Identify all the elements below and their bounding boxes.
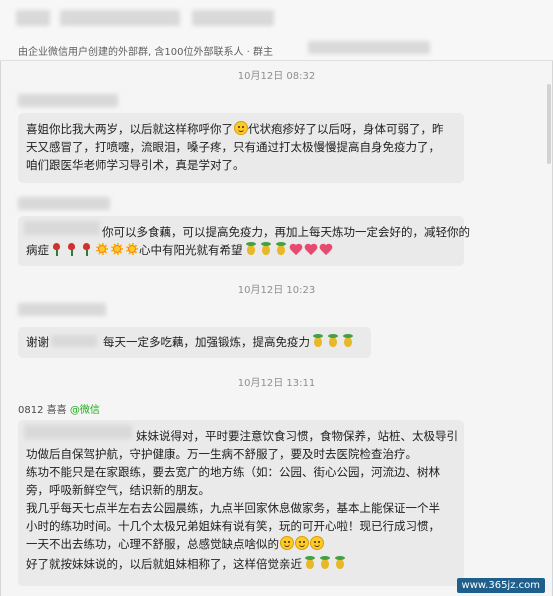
- sprout-emoji-icon: [259, 242, 273, 256]
- message-line: 一天不出去练功，心理不舒服，总感觉缺点啥似的: [26, 535, 324, 553]
- rose-emoji-icon: [50, 242, 64, 256]
- sender-name: 0812 喜喜 @微信: [18, 401, 100, 416]
- message-text: 谢谢: [26, 335, 49, 349]
- message-text: 喜姐你比我大两岁，以后就这样称呼你了: [26, 122, 233, 136]
- timestamp: 10月12日 13:11: [237, 378, 316, 389]
- sender-nickname: 0812 喜喜: [18, 405, 67, 416]
- message-line: 天又感冒了，打喷嚏，流眼泪，嗓子疼，只有通过打太极慢慢提高自身免疫力了，: [26, 140, 440, 154]
- message-line: 妹妹说得对，平时要注意饮食习惯，食物保养，站桩、太极导引: [136, 429, 458, 443]
- grin-emoji-icon: [310, 536, 324, 550]
- chat-scrollbar[interactable]: [547, 84, 551, 164]
- sun-emoji-icon: [95, 242, 109, 256]
- message-text: 代状疱疹好了以后呀，身体可弱了，昨: [248, 122, 444, 136]
- sender-name-redacted: [18, 303, 106, 316]
- message-line: 我几乎每天七点半左右去公园晨练，九点半回家休息做家务，基本上能保证一个半: [26, 501, 440, 515]
- message-bubble[interactable]: 谢谢 每天一定多吃藕，加强锻炼，提高免疫力: [18, 327, 371, 358]
- message-line: 咱们跟医华老师学习导引术，真是学对了。: [26, 158, 245, 172]
- message-text: 每天一定多吃藕，加强锻炼，提高免疫力: [103, 335, 310, 349]
- grin-emoji-icon: [295, 536, 309, 550]
- sprout-emoji-icon: [311, 334, 325, 348]
- message-line: 好了就按妹妹说的，以后就姐妹相称了，这样倍觉亲近: [26, 555, 347, 573]
- sprout-emoji-icon: [326, 334, 340, 348]
- message-text: 好了就按妹妹说的，以后就姐妹相称了，这样倍觉亲近: [26, 557, 302, 571]
- message-text: 病症: [26, 243, 49, 257]
- message-line: 病症 心中有阳光就有希望: [26, 241, 333, 259]
- site-watermark: www.365jz.com: [456, 578, 545, 593]
- mention-redacted: [51, 335, 97, 347]
- message-line: 功做后自保驾护航，守护健康。万一生病不舒服了，要及时去医院检查治疗。: [26, 447, 417, 461]
- heart-emoji-icon: [319, 242, 333, 256]
- chat-title-redacted: [60, 10, 180, 26]
- chat-header: 由企业微信用户创建的外部群, 含100位外部联系人 · 群主: [0, 0, 553, 61]
- message-line: 你可以多食藕，可以提高免疫力，再加上每天炼功一定会好的，减轻你的: [102, 225, 470, 239]
- rose-emoji-icon: [80, 242, 94, 256]
- message-line: 喜姐你比我大两岁，以后就这样称呼你了 代状疱疹好了以后呀，身体可弱了，昨: [26, 120, 444, 138]
- mention-redacted: [24, 221, 100, 235]
- rose-emoji-icon: [65, 242, 79, 256]
- sprout-emoji-icon: [244, 242, 258, 256]
- sun-emoji-icon: [125, 242, 139, 256]
- grin-emoji-icon: [280, 536, 294, 550]
- message-bubble[interactable]: 你可以多食藕，可以提高免疫力，再加上每天炼功一定会好的，减轻你的 病症 心中有阳光…: [18, 216, 470, 266]
- sprout-emoji-icon: [333, 556, 347, 570]
- message-line: 练功不能只是在家跟练，要去宽广的地方练（如：公园、街心公园，河流边、树林: [26, 465, 440, 479]
- message-line: 谢谢 每天一定多吃藕，加强锻炼，提高免疫力: [26, 333, 355, 351]
- message-bubble[interactable]: 喜姐你比我大两岁，以后就这样称呼你了 代状疱疹好了以后呀，身体可弱了，昨 天又感冒…: [18, 113, 464, 183]
- timestamp: 10月12日 10:23: [237, 285, 316, 296]
- heart-emoji-icon: [304, 242, 318, 256]
- sprout-emoji-icon: [274, 242, 288, 256]
- message-text: 心中有阳光就有希望: [139, 243, 243, 257]
- message-line: 旁，呼吸新鲜空气，结识新的朋友。: [26, 483, 210, 497]
- group-owner-redacted: [308, 41, 430, 54]
- message-bubble[interactable]: 妹妹说得对，平时要注意饮食习惯，食物保养，站桩、太极导引 功做后自保驾护航，守护…: [18, 420, 464, 586]
- sun-emoji-icon: [110, 242, 124, 256]
- mention-redacted: [24, 425, 132, 439]
- message-line: 小时的练功时间。十几个太极兄弟姐妹有说有笑，玩的可开心啦！现已行成习惯，: [26, 519, 440, 533]
- chat-header-subtitle: 由企业微信用户创建的外部群, 含100位外部联系人 · 群主: [18, 47, 273, 58]
- chat-title-redacted: [16, 10, 50, 26]
- sprout-emoji-icon: [318, 556, 332, 570]
- sender-name-redacted: [18, 197, 110, 210]
- chat-title-redacted: [192, 10, 274, 26]
- sender-name-redacted: [18, 94, 118, 107]
- sprout-emoji-icon: [341, 334, 355, 348]
- message-text: 一天不出去练功，心理不舒服，总感觉缺点啥似的: [26, 537, 279, 551]
- timestamp: 10月12日 08:32: [237, 71, 316, 82]
- sprout-emoji-icon: [303, 556, 317, 570]
- heart-emoji-icon: [289, 242, 303, 256]
- sender-source: @微信: [69, 405, 100, 416]
- smile-emoji-icon: [234, 121, 248, 135]
